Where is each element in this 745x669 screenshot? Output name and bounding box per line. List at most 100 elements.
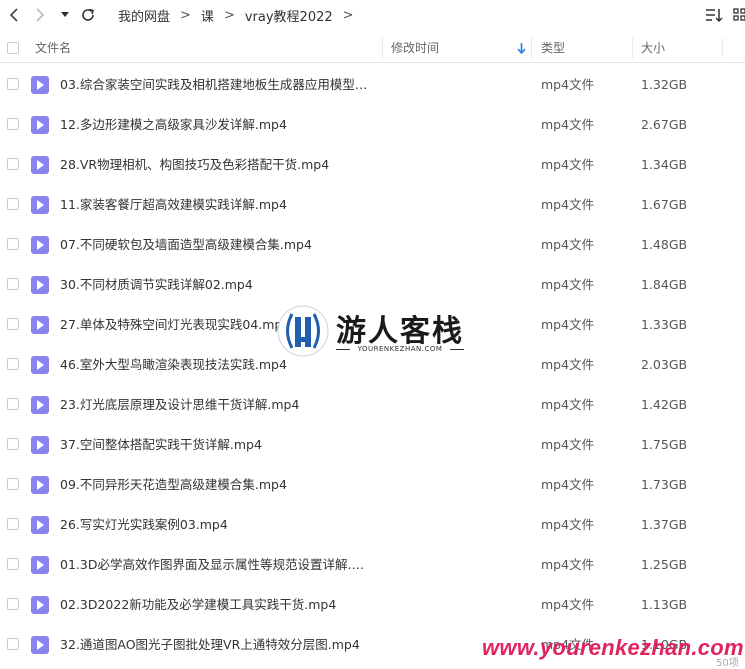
file-row[interactable]: 09.不同异形天花造型高级建模合集.mp4 mp4文件 1.73GB: [0, 465, 745, 505]
column-header-name[interactable]: 文件名: [35, 34, 71, 62]
column-header-mtime[interactable]: 修改时间: [391, 34, 439, 62]
more-options-button[interactable]: [733, 6, 745, 24]
column-header-type[interactable]: 类型: [541, 34, 565, 62]
file-size: 1.42GB: [641, 397, 688, 412]
file-row[interactable]: 23.灯光底层原理及设计思维干货详解.mp4 mp4文件 1.42GB: [0, 385, 745, 425]
file-size: 1.73GB: [641, 477, 688, 492]
file-list: 03.综合家装空间实践及相机搭建地板生成器应用模型调... mp4文件 1.32…: [0, 65, 745, 667]
file-name[interactable]: 37.空间整体搭配实践干货详解.mp4: [60, 425, 375, 465]
file-type: mp4文件: [541, 437, 595, 452]
file-name[interactable]: 03.综合家装空间实践及相机搭建地板生成器应用模型调...: [60, 65, 375, 105]
row-checkbox[interactable]: [7, 278, 19, 290]
chevron-right-icon: [36, 8, 45, 22]
watermark-url: www.yourenkezhan.com: [482, 635, 744, 660]
column-divider[interactable]: [722, 38, 723, 58]
file-row[interactable]: 30.不同材质调节实践详解02.mp4 mp4文件 1.84GB: [0, 265, 745, 305]
sort-list-icon: [706, 9, 723, 23]
row-checkbox[interactable]: [7, 78, 19, 90]
row-checkbox[interactable]: [7, 238, 19, 250]
video-file-icon: [31, 356, 49, 374]
row-checkbox[interactable]: [7, 158, 19, 170]
file-list-header: 文件名 修改时间 类型 大小: [0, 34, 745, 63]
video-file-icon: [31, 116, 49, 134]
toolbar: 我的网盘 > 课 > vray教程2022 >: [0, 0, 745, 30]
file-size: 1.33GB: [641, 317, 688, 332]
file-type: mp4文件: [541, 397, 595, 412]
row-checkbox[interactable]: [7, 318, 19, 330]
file-name[interactable]: 02.3D2022新功能及必学建模工具实践干货.mp4: [60, 585, 375, 625]
file-size: 1.25GB: [641, 557, 688, 572]
history-dropdown-button[interactable]: [58, 5, 72, 25]
grid-icon: [733, 8, 745, 21]
file-row[interactable]: 03.综合家装空间实践及相机搭建地板生成器应用模型调... mp4文件 1.32…: [0, 65, 745, 105]
video-file-icon: [31, 636, 49, 654]
row-checkbox[interactable]: [7, 398, 19, 410]
sort-descending-icon[interactable]: [517, 43, 526, 54]
file-row[interactable]: 02.3D2022新功能及必学建模工具实践干货.mp4 mp4文件 1.13GB: [0, 585, 745, 625]
chevron-left-icon: [9, 8, 18, 22]
breadcrumb-separator: >: [223, 7, 235, 23]
file-type: mp4文件: [541, 197, 595, 212]
row-checkbox[interactable]: [7, 558, 19, 570]
file-type: mp4文件: [541, 237, 595, 252]
column-divider[interactable]: [632, 38, 633, 58]
file-name[interactable]: 30.不同材质调节实践详解02.mp4: [60, 265, 375, 305]
file-row[interactable]: 28.VR物理相机、构图技巧及色彩搭配干货.mp4 mp4文件 1.34GB: [0, 145, 745, 185]
refresh-icon: [82, 8, 94, 21]
column-divider[interactable]: [531, 38, 532, 58]
watermark-subtitle: YOURENKEZHAN.COM: [336, 345, 464, 353]
file-type: mp4文件: [541, 477, 595, 492]
column-divider[interactable]: [382, 38, 383, 58]
refresh-button[interactable]: [78, 5, 98, 25]
file-row[interactable]: 37.空间整体搭配实践干货详解.mp4 mp4文件 1.75GB: [0, 425, 745, 465]
file-row[interactable]: 01.3D必学高效作图界面及显示属性等规范设置详解.mp4 mp4文件 1.25…: [0, 545, 745, 585]
file-name[interactable]: 11.家装客餐厅超高效建模实践详解.mp4: [60, 185, 375, 225]
caret-down-icon: [61, 12, 69, 17]
video-file-icon: [31, 596, 49, 614]
file-size: 2.03GB: [641, 357, 688, 372]
row-checkbox[interactable]: [7, 118, 19, 130]
file-type: mp4文件: [541, 317, 595, 332]
column-header-size[interactable]: 大小: [641, 34, 665, 62]
file-row[interactable]: 07.不同硬软包及墙面造型高级建模合集.mp4 mp4文件 1.48GB: [0, 225, 745, 265]
file-size: 1.13GB: [641, 597, 688, 612]
file-row[interactable]: 12.多边形建模之高级家具沙发详解.mp4 mp4文件 2.67GB: [0, 105, 745, 145]
video-file-icon: [31, 276, 49, 294]
forward-button[interactable]: [30, 5, 50, 25]
row-checkbox[interactable]: [7, 598, 19, 610]
file-type: mp4文件: [541, 157, 595, 172]
file-name[interactable]: 07.不同硬软包及墙面造型高级建模合集.mp4: [60, 225, 375, 265]
row-checkbox[interactable]: [7, 438, 19, 450]
row-checkbox[interactable]: [7, 358, 19, 370]
row-checkbox[interactable]: [7, 638, 19, 650]
file-name[interactable]: 12.多边形建模之高级家具沙发详解.mp4: [60, 105, 375, 145]
select-all-checkbox[interactable]: [7, 42, 19, 54]
sort-menu-button[interactable]: [704, 6, 724, 24]
breadcrumb-separator: >: [342, 7, 354, 23]
file-name[interactable]: 28.VR物理相机、构图技巧及色彩搭配干货.mp4: [60, 145, 375, 185]
file-size: 1.75GB: [641, 437, 688, 452]
row-checkbox[interactable]: [7, 478, 19, 490]
file-name[interactable]: 26.写实灯光实践案例03.mp4: [60, 505, 375, 545]
breadcrumb: 我的网盘 > 课 > vray教程2022 >: [118, 0, 364, 30]
file-name[interactable]: 23.灯光底层原理及设计思维干货详解.mp4: [60, 385, 375, 425]
video-file-icon: [31, 156, 49, 174]
video-file-icon: [31, 76, 49, 94]
back-button[interactable]: [4, 5, 24, 25]
file-row[interactable]: 26.写实灯光实践案例03.mp4 mp4文件 1.37GB: [0, 505, 745, 545]
row-checkbox[interactable]: [7, 518, 19, 530]
breadcrumb-item-current[interactable]: vray教程2022: [245, 6, 333, 25]
file-name[interactable]: 32.通道图AO图光子图批处理VR上通特效分层图.mp4: [60, 625, 375, 665]
breadcrumb-item-root[interactable]: 我的网盘: [118, 6, 170, 25]
video-file-icon: [31, 436, 49, 454]
file-row[interactable]: 11.家装客餐厅超高效建模实践详解.mp4 mp4文件 1.67GB: [0, 185, 745, 225]
video-file-icon: [31, 196, 49, 214]
file-size: 1.37GB: [641, 517, 688, 532]
file-name[interactable]: 01.3D必学高效作图界面及显示属性等规范设置详解.mp4: [60, 545, 375, 585]
breadcrumb-item-course[interactable]: 课: [201, 6, 214, 25]
file-name[interactable]: 09.不同异形天花造型高级建模合集.mp4: [60, 465, 375, 505]
file-size: 1.48GB: [641, 237, 688, 252]
row-checkbox[interactable]: [7, 198, 19, 210]
file-type: mp4文件: [541, 77, 595, 92]
watermark-title: 游人客栈: [336, 314, 464, 349]
